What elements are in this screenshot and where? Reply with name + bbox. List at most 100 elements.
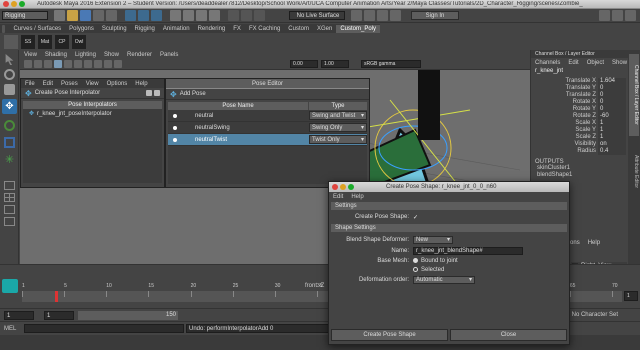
channel-box-side-tab[interactable]: Channel Box / Layer Editor bbox=[629, 54, 639, 136]
shelf-tab-xgen[interactable]: XGen bbox=[313, 25, 336, 33]
channel-value[interactable]: 0 bbox=[598, 99, 626, 106]
layout-four-icon[interactable] bbox=[4, 193, 15, 202]
pie-menu-file[interactable]: File bbox=[25, 81, 35, 87]
paint-select-icon[interactable] bbox=[4, 84, 15, 95]
channel-value[interactable]: 1 bbox=[598, 134, 626, 141]
snap-grid-icon[interactable] bbox=[170, 10, 181, 21]
pie-menu-options[interactable]: Options bbox=[107, 81, 128, 87]
channel-row[interactable]: Scale X1 bbox=[531, 120, 628, 127]
channel-row[interactable]: Translate Z0 bbox=[531, 92, 628, 99]
channel-row[interactable]: Visibility on bbox=[531, 141, 628, 148]
channel-value[interactable]: 0 bbox=[598, 106, 626, 113]
select-component-icon[interactable] bbox=[151, 10, 162, 21]
lights-icon[interactable] bbox=[74, 60, 82, 68]
cps-minimize-icon[interactable] bbox=[340, 184, 346, 190]
layout-single-icon[interactable] bbox=[4, 181, 15, 190]
show-channel-box-icon[interactable] bbox=[625, 10, 636, 21]
channel-row[interactable]: Rotate Y0 bbox=[531, 106, 628, 113]
camera-attr-icon[interactable] bbox=[34, 60, 42, 68]
live-surface-field[interactable]: No Live Surface bbox=[289, 11, 345, 20]
table-row[interactable]: neutralTwist Twist Only ▾ bbox=[168, 134, 367, 146]
snap-point-icon[interactable] bbox=[196, 10, 207, 21]
list-item[interactable]: ✥ r_knee_jnt_poseInterpolator bbox=[23, 109, 162, 118]
color-space-dropdown[interactable]: sRGB gamma bbox=[361, 60, 421, 68]
pose-visibility-icon[interactable] bbox=[173, 137, 177, 142]
pose-type-dropdown[interactable]: Swing and Twist ▾ bbox=[309, 111, 367, 120]
attribute-editor-side-tab[interactable]: Attribute Editor bbox=[629, 142, 639, 202]
joint-tool-icon[interactable]: ✳ bbox=[3, 154, 16, 167]
search-icon[interactable] bbox=[390, 10, 401, 21]
shelf-tab-rendering[interactable]: Rendering bbox=[194, 25, 230, 33]
channel-row[interactable]: Rotate Z -60 bbox=[531, 113, 628, 120]
shelf-tab-fx-caching[interactable]: FX Caching bbox=[245, 25, 284, 33]
smooth-shade-icon[interactable] bbox=[54, 60, 62, 68]
scale-tool-icon[interactable] bbox=[4, 137, 15, 148]
viewport-menu-shading[interactable]: Shading bbox=[45, 52, 67, 58]
show-tool-settings-icon[interactable] bbox=[612, 10, 623, 21]
outliner-icon[interactable] bbox=[4, 217, 15, 226]
close-window-icon[interactable] bbox=[3, 1, 9, 7]
shelf-tab-custom-poly[interactable]: Custom_Poly bbox=[336, 24, 380, 33]
snap-view-icon[interactable] bbox=[209, 10, 220, 21]
mat-icon[interactable]: Mat bbox=[38, 34, 52, 49]
input-line-icon[interactable] bbox=[364, 10, 375, 21]
ss-icon[interactable]: SS bbox=[21, 34, 35, 49]
sign-in-button[interactable]: Sign In bbox=[411, 11, 459, 20]
channel-row[interactable]: Scale Y1 bbox=[531, 127, 628, 134]
render-icon[interactable] bbox=[228, 10, 239, 21]
pie-menu-poses[interactable]: Poses bbox=[61, 81, 78, 87]
cps-close-icon[interactable] bbox=[332, 184, 338, 190]
output-node[interactable]: blendShape1 bbox=[537, 172, 628, 179]
grid-icon[interactable] bbox=[114, 60, 122, 68]
channel-value[interactable]: 1 bbox=[598, 127, 626, 134]
textured-icon[interactable] bbox=[64, 60, 72, 68]
rotate-tool-icon[interactable] bbox=[4, 120, 15, 131]
show-attribute-editor-icon[interactable] bbox=[599, 10, 610, 21]
pose-type-dropdown[interactable]: Swing Only ▾ bbox=[309, 123, 367, 132]
cb-menu-show[interactable]: Show bbox=[612, 60, 627, 66]
shelf-tab-custom[interactable]: Custom bbox=[284, 25, 313, 33]
cps-order-dropdown[interactable]: Automatic ▾ bbox=[413, 275, 475, 284]
viewport-menu-panels[interactable]: Panels bbox=[160, 52, 178, 58]
viewport-menu-lighting[interactable]: Lighting bbox=[75, 52, 96, 58]
cps-deformer-dropdown[interactable]: New ▾ bbox=[413, 235, 453, 244]
channel-value[interactable]: -60 bbox=[598, 113, 626, 120]
select-tool-icon[interactable] bbox=[5, 54, 14, 65]
exposure-field[interactable]: 0.00 bbox=[290, 60, 318, 68]
cps-create-checkbox[interactable]: ✓ bbox=[413, 214, 418, 221]
cps-zoom-icon[interactable] bbox=[348, 184, 354, 190]
xray-icon[interactable] bbox=[94, 60, 102, 68]
pose-visibility-icon[interactable] bbox=[173, 113, 177, 118]
create-pose-shape-button[interactable]: Create Pose Shape bbox=[331, 329, 448, 341]
ipr-render-icon[interactable] bbox=[241, 10, 252, 21]
wireframe-icon[interactable] bbox=[44, 60, 52, 68]
anim-start-field[interactable]: 1 bbox=[4, 310, 34, 320]
delete-interp-icon[interactable] bbox=[154, 90, 160, 96]
current-frame-field[interactable]: 1 bbox=[624, 291, 638, 301]
menu-set-dropdown[interactable]: Rigging bbox=[2, 11, 48, 20]
shadows-icon[interactable] bbox=[84, 60, 92, 68]
cps-menu-help[interactable]: Help bbox=[351, 194, 363, 200]
output-node[interactable]: skinCluster1 bbox=[537, 165, 628, 172]
viewport-menu-view[interactable]: View bbox=[24, 52, 37, 58]
channel-row[interactable]: Translate Y0 bbox=[531, 85, 628, 92]
open-scene-icon[interactable] bbox=[67, 10, 78, 21]
command-input[interactable] bbox=[24, 324, 184, 333]
channel-value[interactable]: on bbox=[598, 141, 626, 148]
cps-bound-to-joint[interactable]: Bound to joint bbox=[421, 258, 458, 264]
symmetry-icon[interactable] bbox=[351, 10, 362, 21]
shelf-tab-curves-surfaces[interactable]: Curves / Surfaces bbox=[9, 25, 65, 33]
gamma-field[interactable]: 1.00 bbox=[321, 60, 349, 68]
cb-menu-object[interactable]: Object bbox=[587, 60, 604, 66]
pie-menu-help[interactable]: Help bbox=[135, 81, 147, 87]
cp-icon[interactable]: CP bbox=[55, 34, 69, 49]
pose-visibility-icon[interactable] bbox=[173, 125, 177, 130]
channel-row[interactable]: Radius 0.4 bbox=[531, 148, 628, 155]
pie-menu-edit[interactable]: Edit bbox=[43, 81, 53, 87]
undo-icon[interactable] bbox=[93, 10, 104, 21]
table-row[interactable]: neutral Swing and Twist ▾ bbox=[168, 110, 367, 122]
current-time-marker[interactable] bbox=[55, 291, 58, 302]
shelf-tab-rigging[interactable]: Rigging bbox=[131, 25, 159, 33]
channel-value[interactable]: 0 bbox=[598, 92, 626, 99]
table-row[interactable]: neutralSwing Swing Only ▾ bbox=[168, 122, 367, 134]
